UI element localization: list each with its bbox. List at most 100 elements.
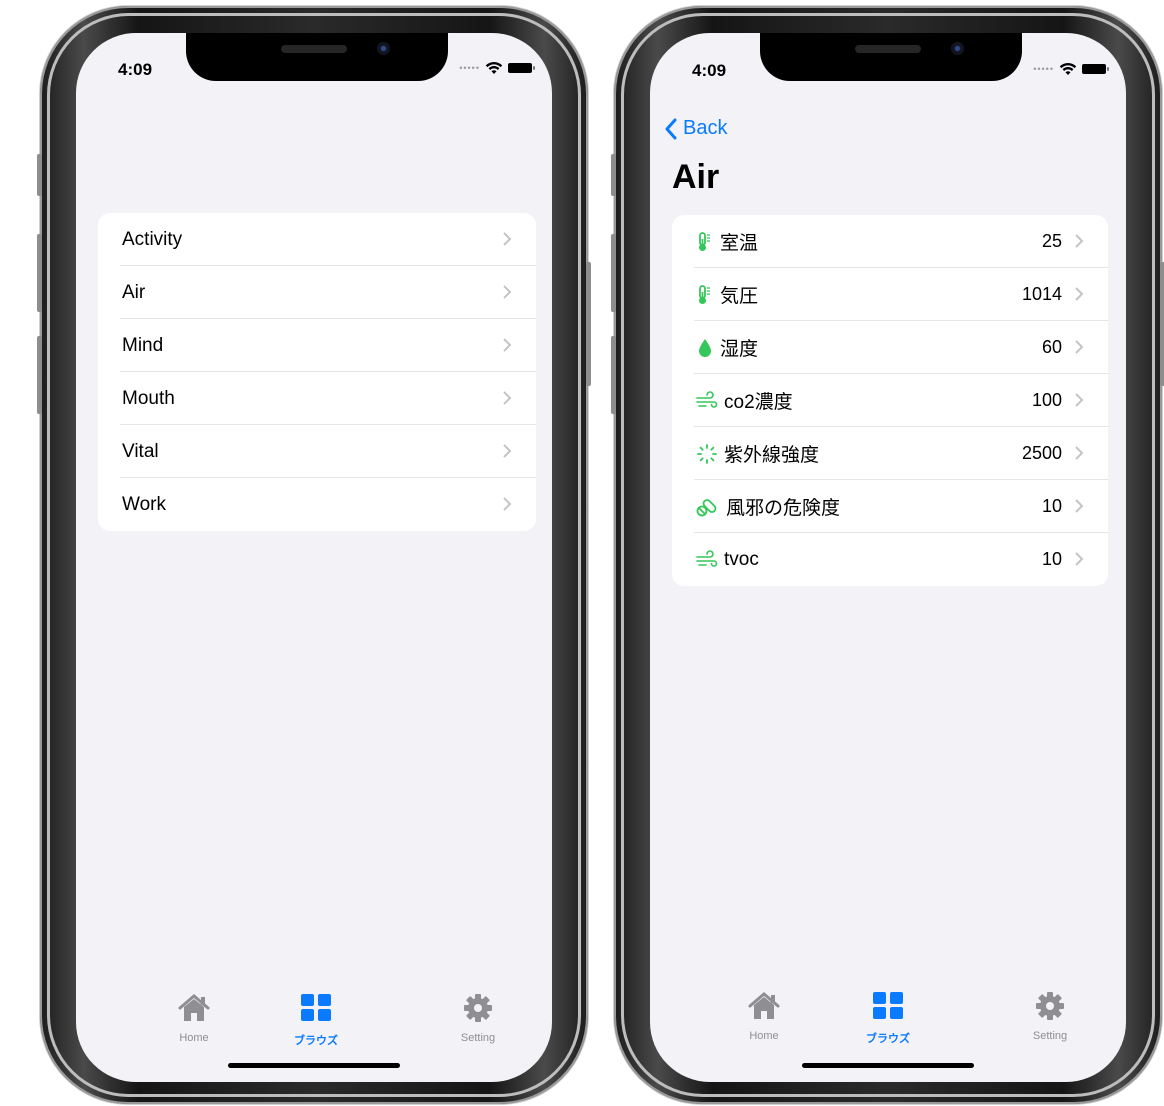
metric-label: 気圧 xyxy=(720,286,759,307)
chevron-right-icon xyxy=(503,444,512,458)
chevron-right-icon xyxy=(1075,287,1084,301)
metric-row-co2[interactable]: co2濃度 100 xyxy=(672,374,1108,427)
tab-bar: Home ブラウズ Setting xyxy=(76,993,552,1063)
chevron-right-icon xyxy=(1075,340,1084,354)
signal-dots-icon: ••••• xyxy=(1033,64,1054,74)
tab-home[interactable]: Home xyxy=(714,991,814,1042)
metric-value: 25 xyxy=(1041,231,1062,251)
tab-browse[interactable]: ブラウズ xyxy=(838,991,938,1046)
tab-label: Home xyxy=(179,1032,209,1044)
left-phone-frame: 4:09 ••••• Activity Air Mind Mouth Vital… xyxy=(37,6,591,1104)
list-item-vital[interactable]: Vital xyxy=(98,425,536,478)
tab-setting[interactable]: Setting xyxy=(428,993,528,1044)
chevron-right-icon xyxy=(503,497,512,511)
list-item-mouth[interactable]: Mouth xyxy=(98,372,536,425)
list-item-air[interactable]: Air xyxy=(98,266,536,319)
metric-row-tvoc[interactable]: tvoc 10 xyxy=(672,533,1108,586)
home-indicator[interactable] xyxy=(802,1063,974,1068)
metric-label: co2濃度 xyxy=(724,392,793,413)
grid-icon xyxy=(301,994,331,1021)
volume-down-button xyxy=(611,336,616,414)
tab-label: Setting xyxy=(1032,1030,1068,1042)
tab-browse[interactable]: ブラウズ xyxy=(266,993,366,1048)
metric-label: 湿度 xyxy=(720,339,759,360)
speaker xyxy=(281,45,347,53)
chevron-right-icon xyxy=(503,338,512,352)
gear-icon xyxy=(1036,992,1064,1020)
status-time: 4:09 xyxy=(692,61,727,80)
tab-label: Setting xyxy=(460,1032,496,1044)
thermometer-icon xyxy=(699,284,710,304)
tab-setting[interactable]: Setting xyxy=(1000,991,1100,1042)
home-indicator[interactable] xyxy=(228,1063,400,1068)
signal-dots-icon: ••••• xyxy=(459,63,480,73)
side-button xyxy=(586,262,591,386)
notch xyxy=(186,33,448,81)
right-phone-frame: 4:09 ••••• Back Air 室温 25 気圧 1014 湿度 60 … xyxy=(611,6,1164,1104)
list-item-label: Mouth xyxy=(122,387,175,409)
chevron-right-icon xyxy=(1075,446,1084,460)
tab-bar: Home ブラウズ Setting xyxy=(650,991,1126,1061)
pills-icon xyxy=(696,498,717,516)
chevron-right-icon xyxy=(1075,234,1084,248)
category-list: Activity Air Mind Mouth Vital Work xyxy=(98,213,536,531)
wind-icon xyxy=(696,390,718,408)
volume-down-button xyxy=(37,336,42,414)
volume-up-button xyxy=(37,234,42,312)
chevron-right-icon xyxy=(503,232,512,246)
back-button[interactable]: Back xyxy=(664,117,727,140)
gear-icon xyxy=(464,994,492,1022)
right-screen: 4:09 ••••• Back Air 室温 25 気圧 1014 湿度 60 … xyxy=(650,33,1126,1082)
page-title: Air xyxy=(672,158,720,196)
metric-row-cold-risk[interactable]: 風邪の危険度 10 xyxy=(672,480,1108,533)
tab-label: ブラウズ xyxy=(294,1035,338,1047)
metric-value: 1014 xyxy=(1021,284,1062,304)
tab-label: Home xyxy=(749,1030,779,1042)
list-item-label: Air xyxy=(122,281,146,303)
list-item-mind[interactable]: Mind xyxy=(98,319,536,372)
speaker xyxy=(855,45,921,53)
tab-label: ブラウズ xyxy=(866,1033,910,1045)
status-icons: ••••• xyxy=(1033,62,1109,76)
metric-value: 10 xyxy=(1041,496,1062,516)
wifi-icon xyxy=(1059,63,1077,75)
list-item-label: Work xyxy=(122,493,166,515)
chevron-right-icon xyxy=(1075,552,1084,566)
sparkle-icon xyxy=(697,443,717,464)
metric-label: 室温 xyxy=(720,233,759,254)
house-icon xyxy=(748,992,780,1019)
battery-icon xyxy=(508,63,535,73)
left-screen: 4:09 ••••• Activity Air Mind Mouth Vital… xyxy=(76,33,552,1082)
thermometer-icon xyxy=(699,231,710,251)
volume-up-button xyxy=(611,234,616,312)
metric-row-humidity[interactable]: 湿度 60 xyxy=(672,321,1108,374)
drop-icon xyxy=(699,338,711,357)
house-icon xyxy=(178,994,210,1021)
chevron-right-icon xyxy=(1075,499,1084,513)
chevron-right-icon xyxy=(1075,393,1084,407)
status-time: 4:09 xyxy=(118,60,153,79)
side-button xyxy=(1160,262,1164,386)
metric-row-temperature[interactable]: 室温 25 xyxy=(672,215,1108,268)
list-item-label: Vital xyxy=(122,440,159,462)
metric-value: 100 xyxy=(1031,390,1062,410)
notch xyxy=(760,33,1022,81)
tab-home[interactable]: Home xyxy=(144,993,244,1044)
metric-value: 60 xyxy=(1041,337,1062,357)
wind-icon xyxy=(696,549,718,567)
chevron-right-icon xyxy=(503,285,512,299)
front-camera xyxy=(951,42,964,55)
metric-label: 紫外線強度 xyxy=(724,445,820,466)
chevron-right-icon xyxy=(503,391,512,405)
metric-row-pressure[interactable]: 気圧 1014 xyxy=(672,268,1108,321)
list-item-activity[interactable]: Activity xyxy=(98,213,536,266)
metric-row-uv[interactable]: 紫外線強度 2500 xyxy=(672,427,1108,480)
mute-switch xyxy=(611,154,616,196)
metric-list: 室温 25 気圧 1014 湿度 60 co2濃度 100 紫外線強度 2500… xyxy=(672,215,1108,586)
front-camera xyxy=(377,42,390,55)
metric-value: 2500 xyxy=(1021,443,1062,463)
list-item-label: Mind xyxy=(122,334,164,356)
list-item-label: Activity xyxy=(122,228,183,250)
status-icons: ••••• xyxy=(459,61,535,75)
list-item-work[interactable]: Work xyxy=(98,478,536,531)
